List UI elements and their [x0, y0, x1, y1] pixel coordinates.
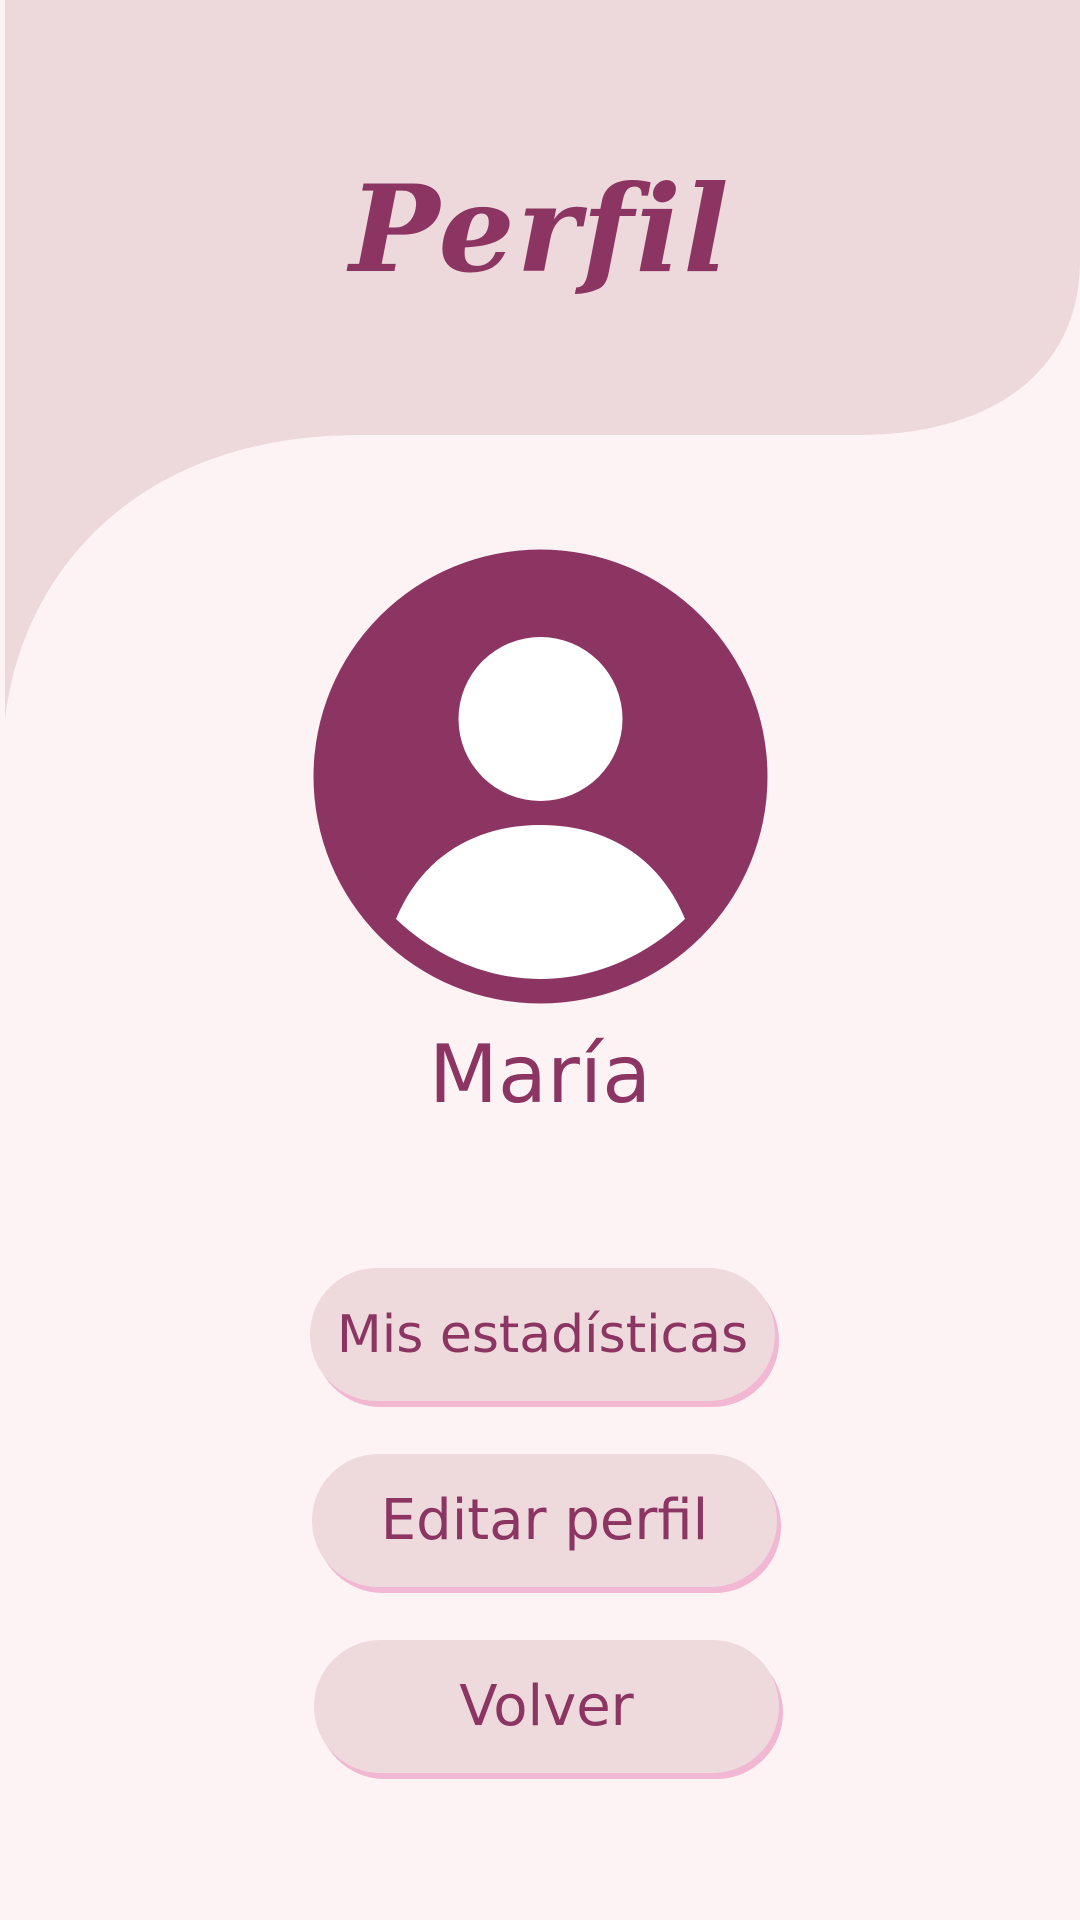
- user-name: María: [428, 1028, 652, 1121]
- my-statistics-button[interactable]: Mis estadísticas: [310, 1268, 775, 1401]
- user-avatar-icon: [313, 549, 768, 1004]
- page-title: Perfil: [349, 159, 731, 300]
- back-button[interactable]: Volver: [314, 1640, 779, 1773]
- edit-profile-button[interactable]: Editar perfil: [312, 1454, 777, 1587]
